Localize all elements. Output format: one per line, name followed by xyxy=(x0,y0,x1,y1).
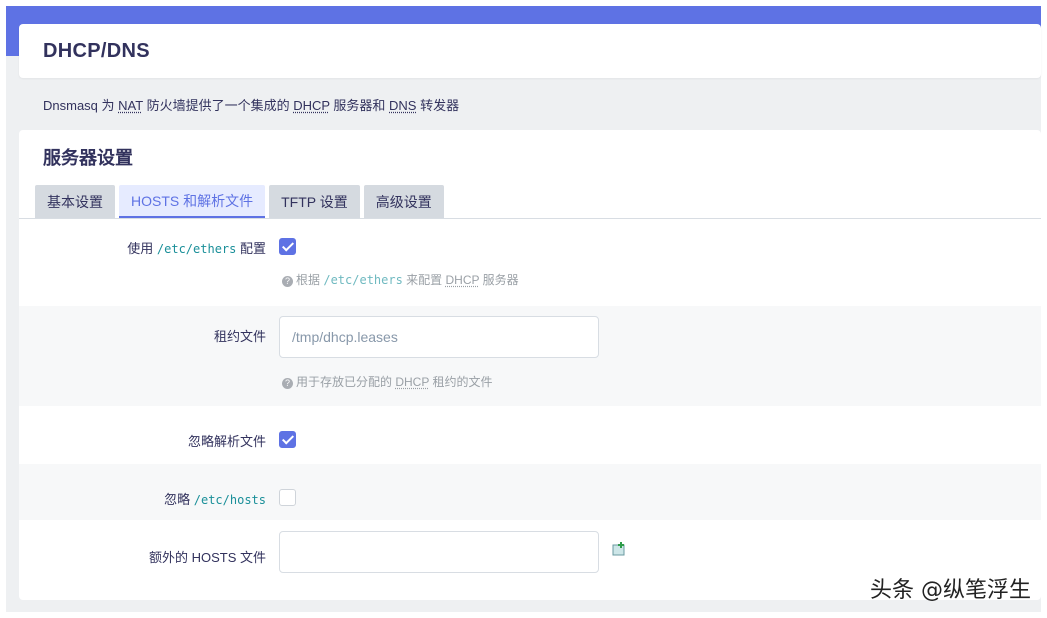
help-icon: ? xyxy=(282,276,293,287)
server-settings-card: 服务器设置 基本设置 HOSTS 和解析文件 TFTP 设置 高级设置 使用 /… xyxy=(19,130,1041,600)
row-ignore-hosts: 忽略 /etc/hosts xyxy=(19,464,1041,520)
use-ethers-help-abbr: DHCP xyxy=(445,273,480,287)
settings-tabs: 基本设置 HOSTS 和解析文件 TFTP 设置 高级设置 xyxy=(35,185,448,219)
lease-file-input[interactable] xyxy=(279,316,599,358)
use-ethers-help-suffix: 服务器 xyxy=(479,273,519,287)
use-ethers-label-code: /etc/ethers xyxy=(156,242,237,256)
lease-file-help-prefix: 用于存放已分配的 xyxy=(296,375,396,389)
abbr-nat: NAT xyxy=(118,98,143,113)
desc-prefix: Dnsmasq 为 xyxy=(43,98,119,113)
use-ethers-label-prefix: 使用 xyxy=(127,241,157,256)
use-ethers-checkbox[interactable] xyxy=(279,238,296,255)
abbr-dhcp: DHCP xyxy=(293,98,330,113)
tab-advanced[interactable]: 高级设置 xyxy=(363,185,444,219)
ignore-hosts-label-code: /etc/hosts xyxy=(193,493,266,507)
page-description: Dnsmasq 为 NAT 防火墙提供了一个集成的 DHCP 服务器和 DNS … xyxy=(43,95,459,114)
help-icon: ? xyxy=(282,378,293,389)
ignore-resolv-label: 忽略解析文件 xyxy=(187,434,266,449)
tab-tftp[interactable]: TFTP 设置 xyxy=(269,185,360,219)
desc-mid1: 防火墙提供了一个集成的 xyxy=(142,98,294,113)
section-title: 服务器设置 xyxy=(43,148,133,168)
use-ethers-help: ? 根据 /etc/ethers 来配置 DHCP 服务器 xyxy=(282,271,519,288)
extra-hosts-label: 额外的 HOSTS 文件 xyxy=(148,550,266,565)
ignore-resolv-checkbox[interactable] xyxy=(279,431,296,448)
lease-file-help-abbr: DHCP xyxy=(395,375,430,389)
app-frame: DHCP/DNS Dnsmasq 为 NAT 防火墙提供了一个集成的 DHCP … xyxy=(6,6,1041,612)
row-lease-file: 租约文件 ?用于存放已分配的 DHCP 租约的文件 xyxy=(19,306,1041,406)
lease-file-label: 租约文件 xyxy=(213,329,266,344)
ignore-hosts-checkbox[interactable] xyxy=(279,489,296,506)
extra-hosts-input[interactable] xyxy=(279,531,599,573)
row-ignore-resolv: 忽略解析文件 xyxy=(19,406,1041,464)
tab-hosts-resolv[interactable]: HOSTS 和解析文件 xyxy=(119,185,266,219)
add-entry-icon[interactable] xyxy=(612,542,626,556)
use-ethers-help-code: /etc/ethers xyxy=(323,273,403,287)
use-ethers-label-suffix: 配置 xyxy=(236,241,266,256)
desc-suffix: 转发器 xyxy=(416,98,460,113)
lease-file-help-suffix: 租约的文件 xyxy=(429,375,493,389)
watermark: 头条 @纵笔浮生 xyxy=(870,578,1031,603)
use-ethers-help-mid: 来配置 xyxy=(402,273,446,287)
lease-file-help: ? 用于存放已分配的 DHCP 租约的文件 xyxy=(282,373,492,390)
ignore-hosts-label: 忽略 /etc/hosts xyxy=(164,489,266,508)
use-ethers-label: 使用 /etc/ethers 配置 xyxy=(127,238,266,257)
title-card: DHCP/DNS xyxy=(19,24,1041,78)
ignore-hosts-label-prefix: 忽略 xyxy=(164,492,194,507)
abbr-dns: DNS xyxy=(389,98,417,113)
desc-mid2: 服务器和 xyxy=(329,98,390,113)
use-ethers-help-prefix: 根据 xyxy=(296,273,324,287)
tab-basic[interactable]: 基本设置 xyxy=(35,185,115,219)
page-title: DHCP/DNS xyxy=(43,40,150,62)
row-use-ethers: 使用 /etc/ethers 配置 ? 根据 /etc/ethers 来配置 DH… xyxy=(19,219,1041,306)
